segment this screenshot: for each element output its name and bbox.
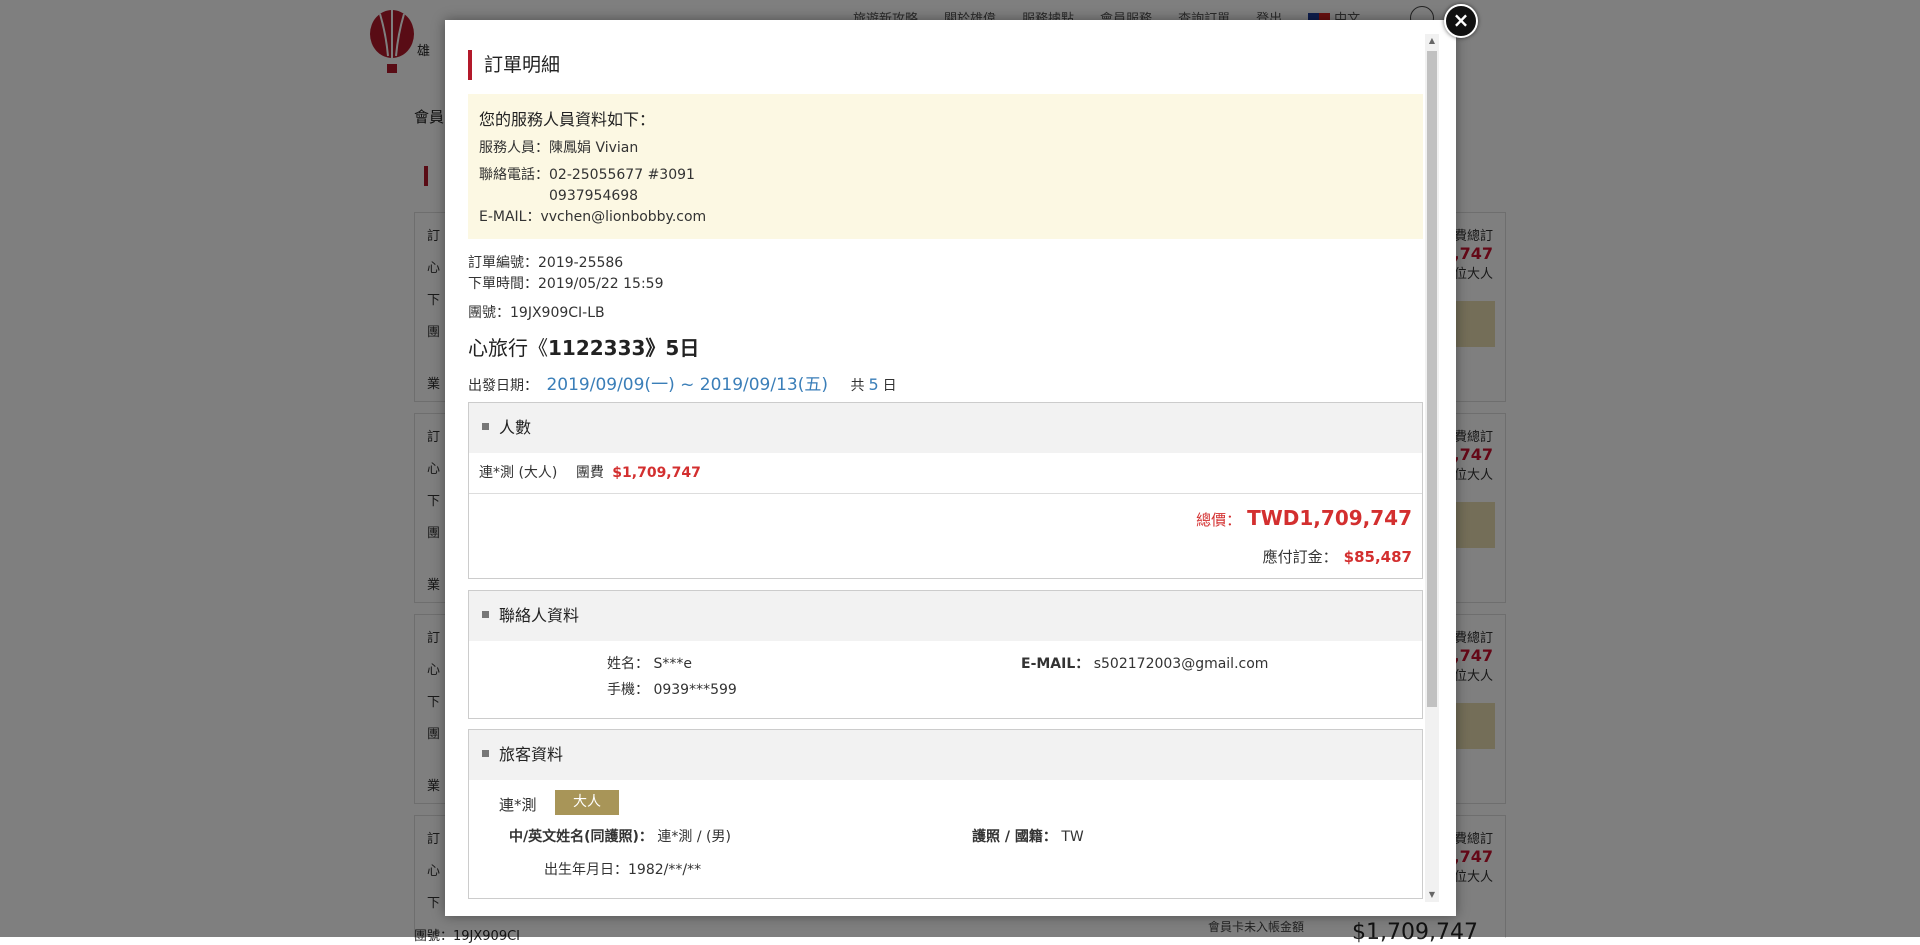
scroll-up-arrow-icon[interactable]: ▲ (1425, 34, 1439, 48)
total-price: TWD1,709,747 (1247, 506, 1412, 530)
agent-email-row: E-MAIL：vvchen@lionbobby.com (479, 209, 707, 225)
group-number: 19JX909CI-LB (510, 305, 605, 321)
order-number: 2019-25586 (538, 255, 624, 271)
scroll-down-arrow-icon[interactable]: ▼ (1425, 888, 1439, 902)
traveler-type-badge: 大人 (555, 790, 619, 815)
passenger-label: 連*測 (大人) (479, 465, 558, 481)
modal-content: 訂單明細 您的服務人員資料如下： 服務人員：陳鳳娟 Vivian 聯絡電話：02… (468, 20, 1423, 916)
panel-header: 聯絡人資料 (469, 591, 1422, 641)
contact-name: S***e (653, 656, 692, 672)
order-detail-modal: 訂單明細 您的服務人員資料如下： 服務人員：陳鳳娟 Vivian 聯絡電話：02… (445, 20, 1456, 916)
people-panel: 人數 連*測 (大人) 團費 $1,709,747 總價： TWD1,709,74… (468, 402, 1423, 579)
traveler-fullname-row: 中/英文姓名(同護照)： 連*測 / (男) (509, 829, 731, 845)
traveler-birth-row: 出生年月日：1982/**/** (544, 862, 702, 878)
passenger-fee-row: 連*測 (大人) 團費 $1,709,747 (469, 453, 1422, 494)
contact-mobile: 0939***599 (653, 682, 737, 698)
contact-email-row: E-MAIL： s502172003@gmail.com (1021, 656, 1269, 672)
square-bullet-icon (482, 423, 489, 430)
trip-name: 心旅行《1122333》5日 (468, 336, 700, 360)
modal-scrollbar[interactable]: ▲ ▼ (1425, 34, 1439, 902)
total-price-row: 總價： TWD1,709,747 (1196, 506, 1412, 530)
contact-name-row: 姓名： S***e (607, 656, 692, 672)
contact-panel: 聯絡人資料 姓名： S***e 手機： 0939***599 E-MAIL： s… (468, 590, 1423, 719)
totals-area: 總價： TWD1,709,747 應付訂金： $85,487 (469, 494, 1422, 579)
departure-row: 出發日期： 2019/09/09(一) ~ 2019/09/13(五) 共5日 (468, 375, 897, 395)
traveler-birth: 1982/**/** (628, 862, 702, 878)
agent-email[interactable]: vvchen@lionbobby.com (540, 209, 706, 225)
agent-name: 陳鳳娟 Vivian (549, 140, 639, 156)
deposit-amount: $85,487 (1343, 548, 1412, 566)
traveler-passport: TW (1061, 829, 1084, 845)
agent-phone-row: 聯絡電話：02-25055677 #3091 (479, 167, 695, 183)
agent-mobile: 0937954698 (549, 188, 639, 204)
service-agent-box: 您的服務人員資料如下： 服務人員：陳鳳娟 Vivian 聯絡電話：02-2505… (468, 94, 1423, 239)
order-time-row: 下單時間：2019/05/22 15:59 (468, 276, 664, 292)
trip-days: 共5日 (850, 375, 897, 394)
order-time: 2019/05/22 15:59 (538, 276, 664, 292)
order-number-row: 訂單編號：2019-25586 (468, 255, 624, 271)
agent-heading: 您的服務人員資料如下： (479, 110, 656, 129)
deposit-row: 應付訂金： $85,487 (1262, 548, 1412, 566)
close-icon[interactable]: × (1444, 4, 1478, 38)
traveler-passport-row: 護照 / 國籍： TW (972, 829, 1084, 845)
passenger-fee: $1,709,747 (612, 465, 701, 481)
modal-title: 訂單明細 (468, 50, 560, 80)
square-bullet-icon (482, 750, 489, 757)
traveler-panel: 旅客資料 連*測 大人 中/英文姓名(同護照)： 連*測 / (男) 護照 / … (468, 729, 1423, 899)
scroll-thumb[interactable] (1427, 51, 1437, 707)
departure-dates: 2019/09/09(一) ~ 2019/09/13(五) (546, 375, 828, 395)
panel-header: 旅客資料 (469, 730, 1422, 780)
group-number-row: 團號：19JX909CI-LB (468, 305, 605, 321)
agent-name-row: 服務人員：陳鳳娟 Vivian (479, 140, 639, 156)
contact-mobile-row: 手機： 0939***599 (607, 682, 737, 698)
traveler-body: 連*測 大人 中/英文姓名(同護照)： 連*測 / (男) 護照 / 國籍： T… (469, 780, 1422, 898)
contact-body: 姓名： S***e 手機： 0939***599 E-MAIL： s502172… (469, 641, 1422, 719)
panel-header: 人數 (469, 403, 1422, 453)
agent-phone: 02-25055677 #3091 (549, 167, 695, 183)
contact-email: s502172003@gmail.com (1093, 656, 1269, 672)
square-bullet-icon (482, 611, 489, 618)
traveler-name: 連*測 (499, 796, 537, 814)
traveler-fullname: 連*測 / (男) (657, 829, 731, 845)
